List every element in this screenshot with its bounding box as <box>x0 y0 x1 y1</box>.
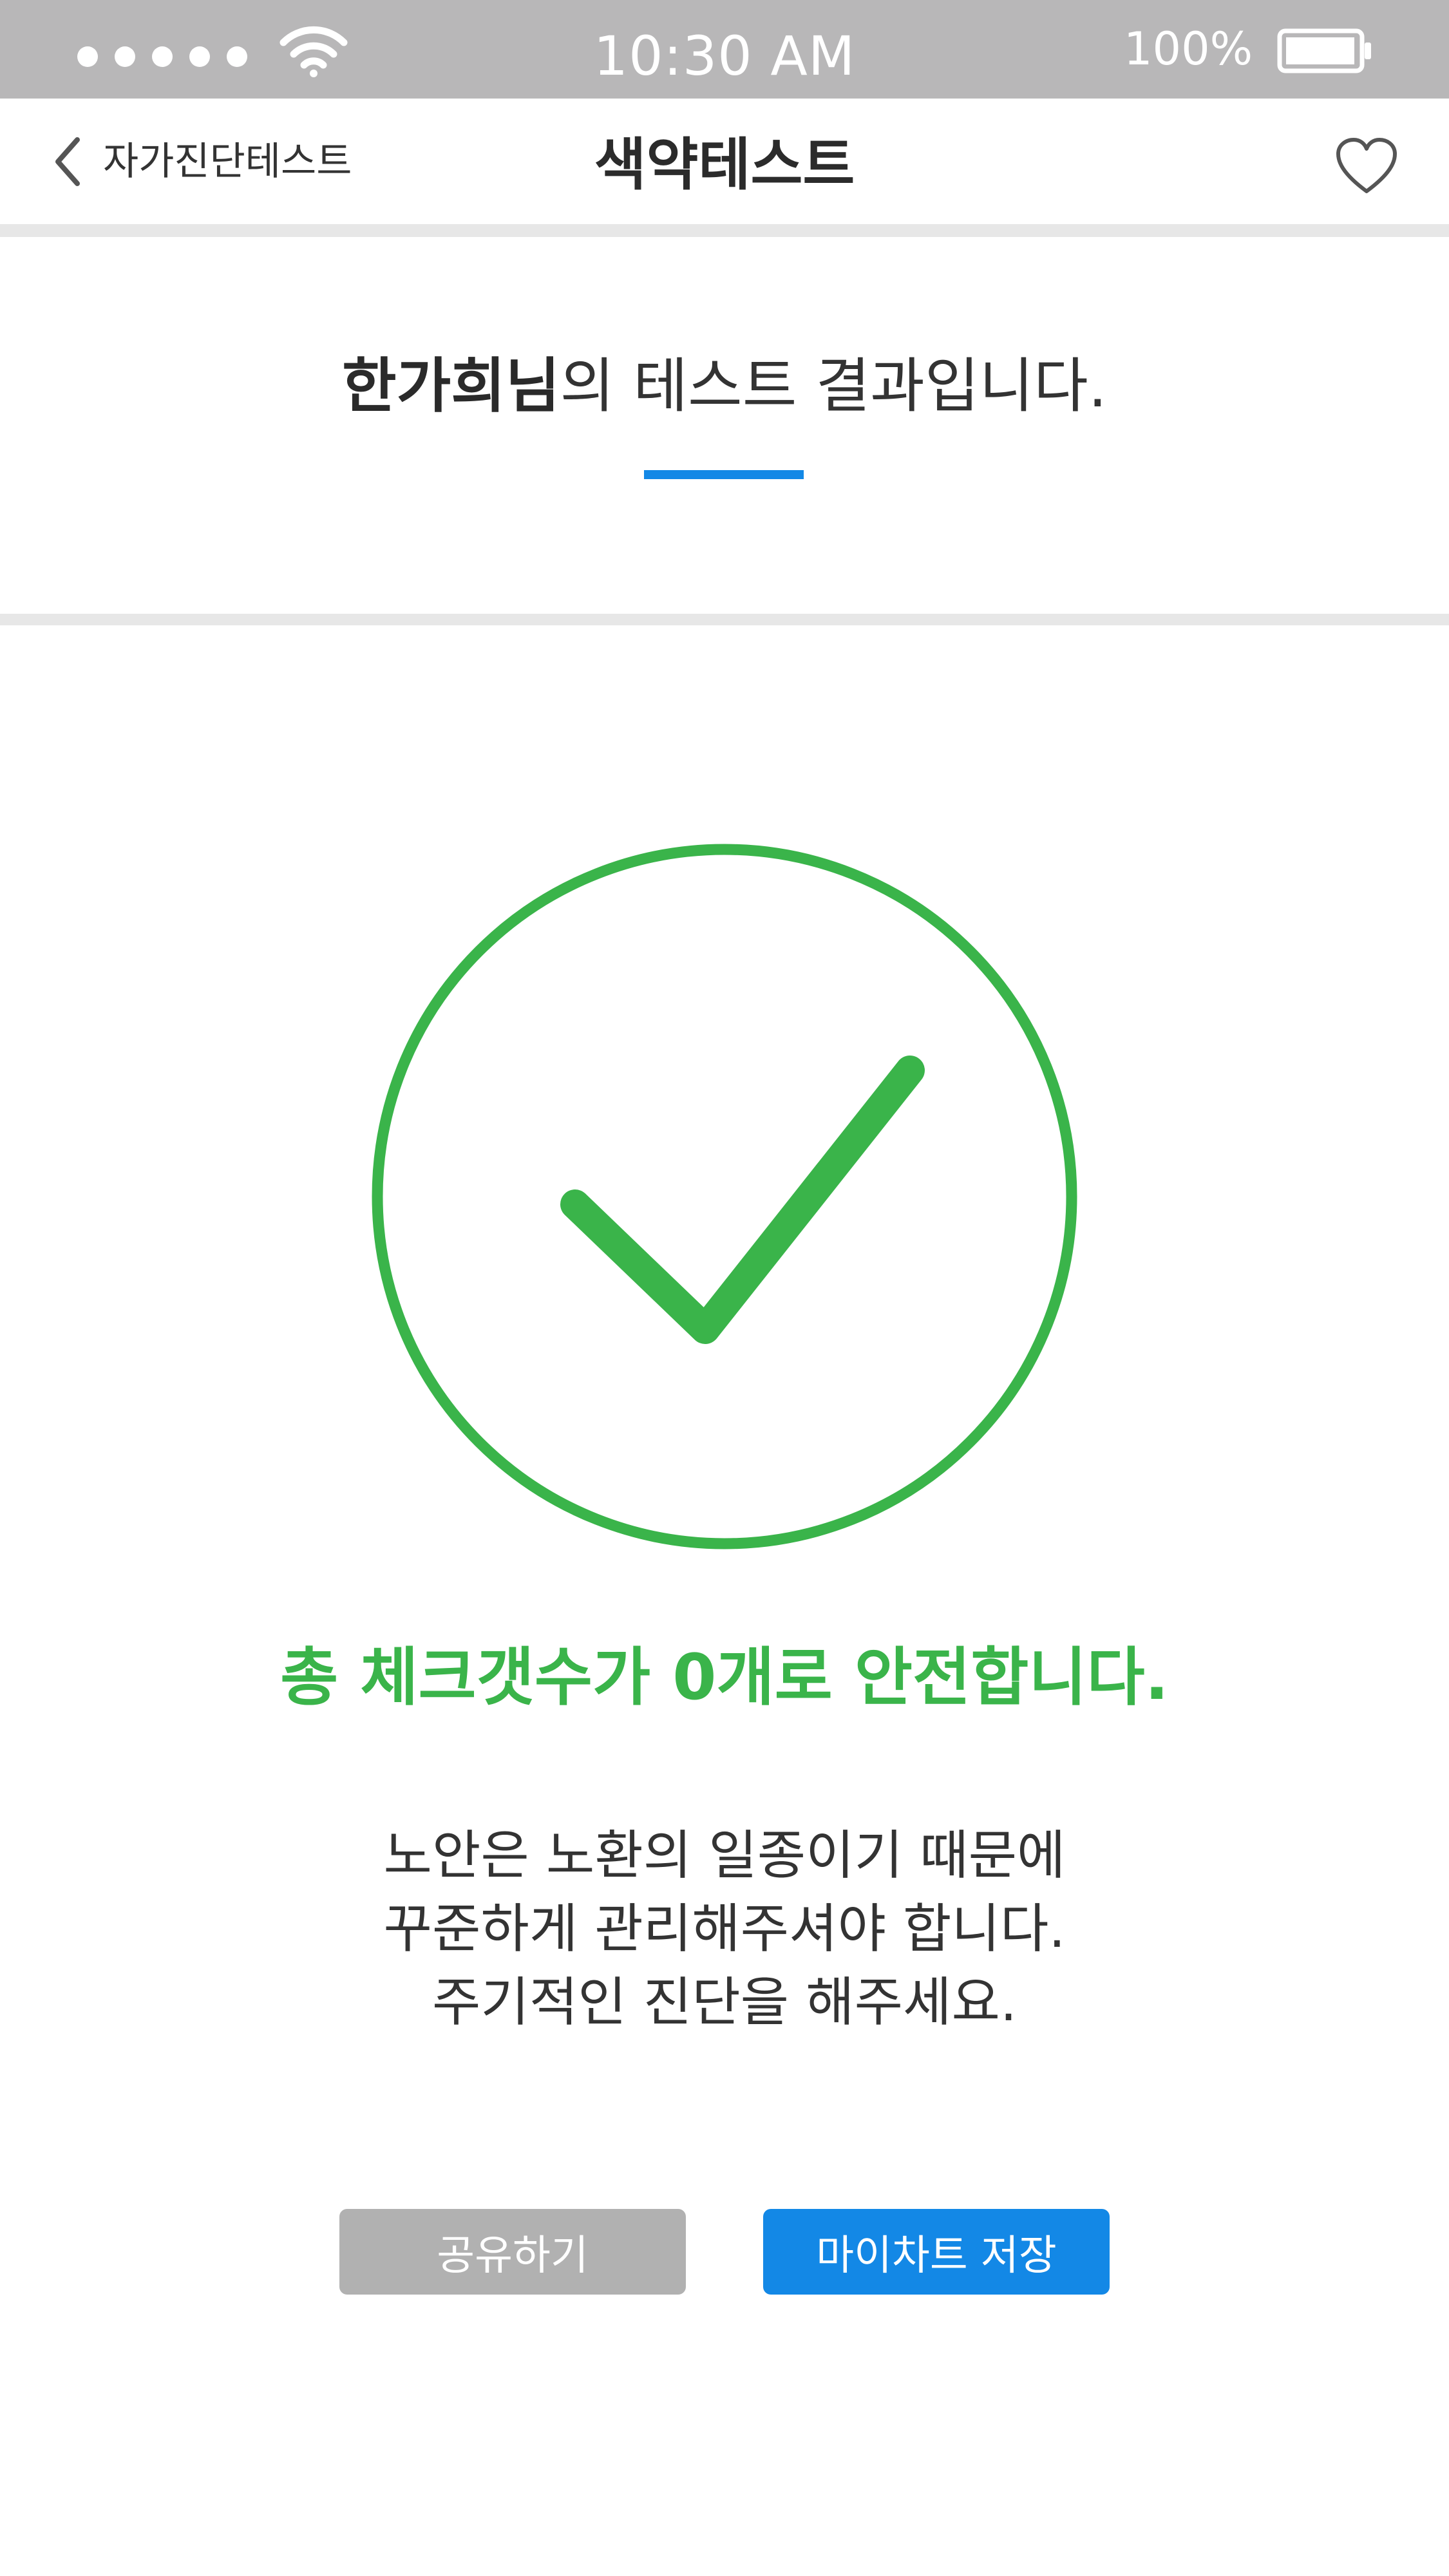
save-to-mychart-button[interactable]: 마이차트 저장 <box>763 2209 1110 2295</box>
advice-text: 노안은 노환의 일종이기 때문에 꾸준하게 관리해주셔야 합니다. 주기적인 진… <box>0 1819 1449 2040</box>
result-heading-text: 의 테스트 결과입니다. <box>560 352 1108 421</box>
battery-icon <box>1277 28 1371 73</box>
result-heading: 한가희님의 테스트 결과입니다. <box>0 348 1449 425</box>
user-name: 한가희님 <box>341 352 560 421</box>
advice-line: 주기적인 진단을 해주세요. <box>431 1972 1018 2033</box>
advice-line: 꾸준하게 관리해주셔야 합니다. <box>383 1899 1066 1960</box>
advice-line: 노안은 노환의 일종이기 때문에 <box>383 1825 1066 1886</box>
navigation-bar: 자가진단테스트 색약테스트 <box>0 99 1449 237</box>
title-underline <box>644 470 804 479</box>
result-message: 총 체크갯수가 0개로 안전합니다. <box>280 1641 1169 1714</box>
page-title: 색약테스트 <box>594 131 855 198</box>
share-button[interactable]: 공유하기 <box>339 2209 686 2295</box>
result-header: 한가희님의 테스트 결과입니다. <box>0 237 1449 611</box>
status-bar: 10:30 AM 100% <box>0 0 1449 99</box>
heart-icon[interactable] <box>1334 137 1399 195</box>
battery-percent: 100% <box>1124 23 1253 75</box>
check-circle-icon <box>372 844 1077 1549</box>
section-divider <box>0 614 1449 625</box>
